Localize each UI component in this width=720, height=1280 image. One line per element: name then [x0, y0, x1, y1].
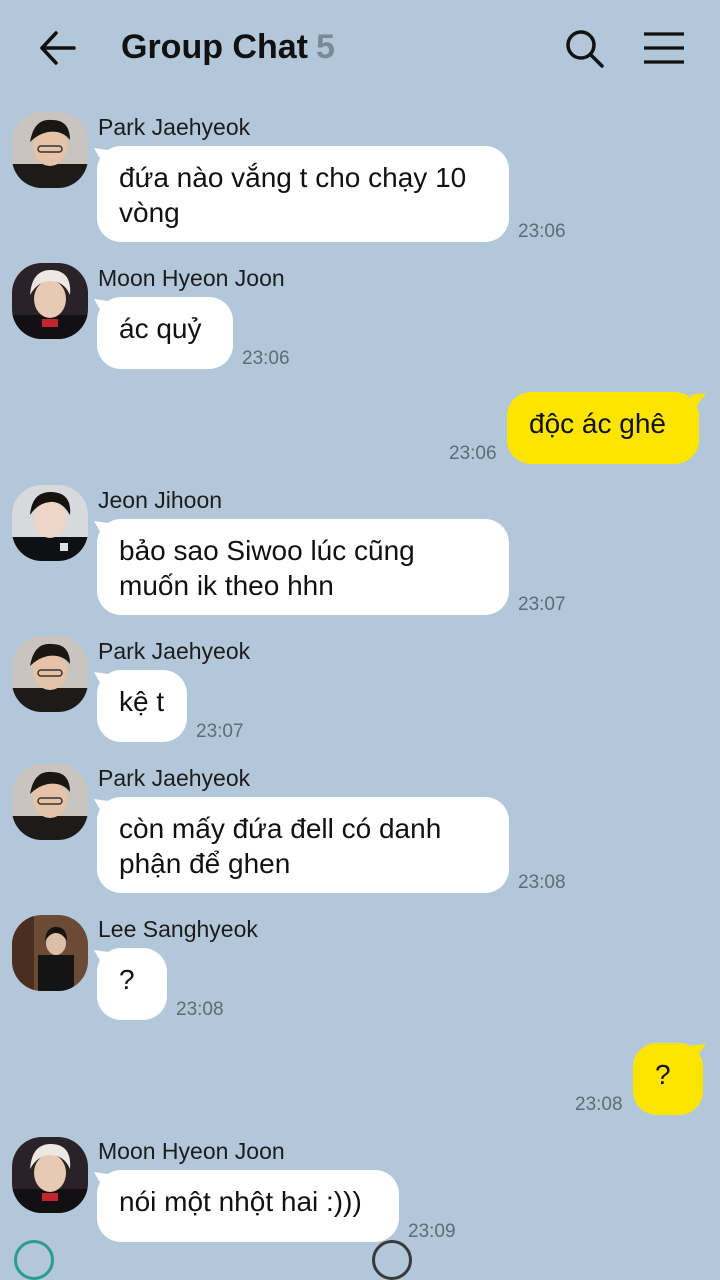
back-button[interactable]: [34, 26, 82, 70]
sender-name: Park Jaehyeok: [98, 114, 251, 140]
message-bubble[interactable]: ?: [97, 948, 167, 1020]
menu-icon: [644, 32, 684, 64]
sender-name: Park Jaehyeok: [98, 638, 251, 664]
message-time: 23:08: [575, 1094, 623, 1115]
message-bubble[interactable]: còn mấy đứa đell có danh phận để ghen: [97, 797, 509, 893]
arrow-left-icon: [40, 31, 76, 65]
search-icon: [566, 30, 604, 68]
chat-title: Group Chat: [121, 28, 308, 66]
avatar[interactable]: [12, 263, 88, 339]
chat-header: Group Chat 5: [0, 0, 720, 96]
avatar[interactable]: [12, 485, 88, 561]
avatar[interactable]: [12, 1137, 88, 1213]
avatar[interactable]: [12, 915, 88, 991]
menu-button[interactable]: [640, 28, 688, 68]
message-bubble-outgoing[interactable]: độc ác ghê: [507, 392, 699, 464]
avatar[interactable]: [12, 764, 88, 840]
sender-name: Jeon Jihoon: [98, 487, 223, 513]
message-time: 23:06: [518, 221, 566, 242]
message-time: 23:08: [176, 999, 224, 1020]
bubble-tail: [690, 393, 706, 407]
sender-name: Moon Hyeon Joon: [98, 1138, 285, 1164]
sender-name: Park Jaehyeok: [98, 765, 251, 791]
message-time: 23:07: [196, 721, 244, 742]
page-title: Group Chat 5: [121, 28, 335, 67]
member-count: 5: [315, 28, 335, 66]
message-time: 23:07: [518, 594, 566, 615]
bottom-action-button[interactable]: [372, 1240, 412, 1280]
message-bubble[interactable]: kệ t: [97, 670, 187, 742]
avatar[interactable]: [12, 636, 88, 712]
message-bubble[interactable]: nói một nhột hai :))): [97, 1170, 399, 1242]
bubble-tail: [690, 1044, 706, 1058]
bottom-action-button[interactable]: [14, 1240, 54, 1280]
message-time: 23:06: [449, 443, 497, 464]
message-time: 23:08: [518, 872, 566, 893]
search-button[interactable]: [562, 26, 608, 72]
avatar[interactable]: [12, 112, 88, 188]
message-bubble[interactable]: bảo sao Siwoo lúc cũng muốn ik theo hhn: [97, 519, 509, 615]
sender-name: Moon Hyeon Joon: [98, 265, 285, 291]
message-bubble[interactable]: ác quỷ: [97, 297, 233, 369]
message-time: 23:06: [242, 348, 290, 369]
message-time: 23:09: [408, 1221, 456, 1242]
sender-name: Lee Sanghyeok: [98, 916, 258, 942]
message-bubble[interactable]: đứa nào vắng t cho chạy 10 vòng: [97, 146, 509, 242]
